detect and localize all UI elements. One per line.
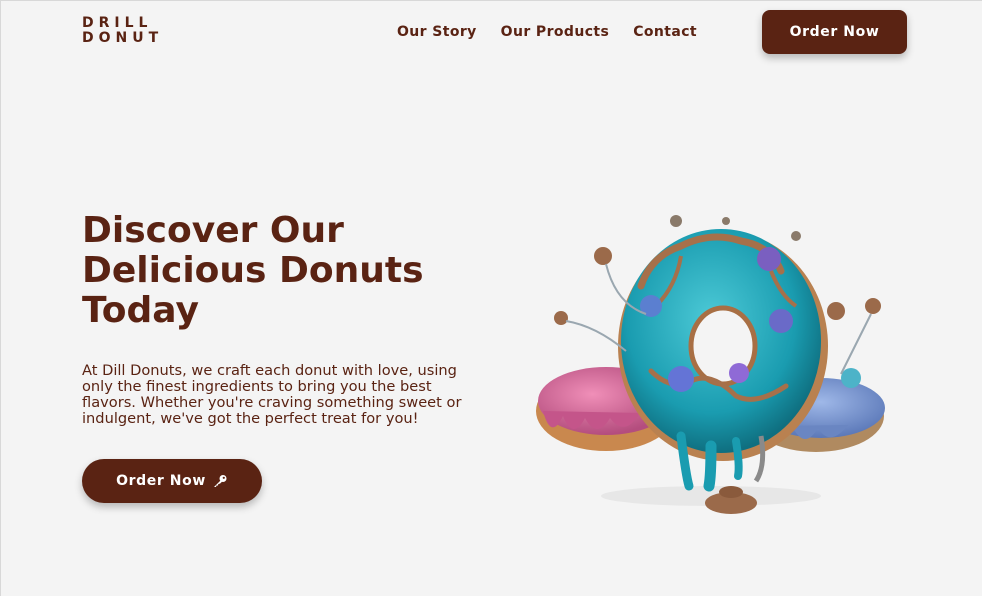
hero-description: At Dill Donuts, we craft each donut with…	[82, 363, 472, 427]
hero-description-line: flavors. Whether you're craving somethin…	[82, 394, 462, 411]
main-nav: Our Story Our Products Contact	[397, 24, 697, 40]
key-icon	[212, 474, 228, 488]
hero-order-button[interactable]: Order Now	[82, 459, 262, 503]
hero-title-line: Discover Our	[82, 210, 344, 251]
hero-title-line: Today	[82, 290, 199, 331]
hero-description-line: only the finest ingredients to bring you…	[82, 378, 432, 395]
nav-link-our-products[interactable]: Our Products	[501, 24, 610, 40]
nav-link-our-story[interactable]: Our Story	[397, 24, 477, 40]
hero-title-line: Delicious Donuts	[82, 250, 424, 291]
brand-logo[interactable]: DRILL DONUT	[82, 16, 163, 46]
hero-title: Discover Our Delicious Donuts Today	[82, 211, 502, 331]
hero-order-button-label: Order Now	[116, 473, 206, 489]
donut-splash-illustration	[531, 196, 891, 521]
hero-description-line: indulgent, we've got the perfect treat f…	[82, 410, 419, 427]
brand-logo-line2: DONUT	[82, 30, 164, 46]
brand-logo-line1: DRILL	[82, 15, 153, 31]
nav-link-contact[interactable]: Contact	[633, 24, 697, 40]
hero-description-line: At Dill Donuts, we craft each donut with…	[82, 362, 457, 379]
page: DRILL DONUT Our Story Our Products Conta…	[0, 0, 982, 596]
header-order-button[interactable]: Order Now	[762, 10, 907, 54]
